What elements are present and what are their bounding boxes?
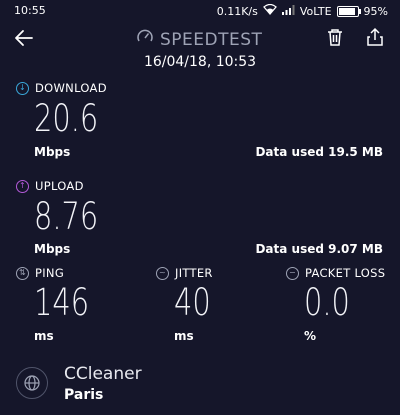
packet-loss-label-text: PACKET LOSS — [305, 266, 386, 280]
battery-icon — [336, 5, 361, 17]
top-bar: SPEEDTEST — [0, 22, 400, 54]
status-time: 10:55 — [14, 4, 46, 17]
download-unit: Mbps — [34, 145, 71, 159]
jitter-label-text: JITTER — [175, 266, 213, 280]
server-provider: CCleaner — [64, 364, 142, 384]
share-icon[interactable] — [364, 26, 386, 48]
signal-icon — [281, 4, 295, 18]
jitter-unit: ms — [174, 329, 194, 343]
battery-percent: 95% — [363, 4, 388, 18]
upload-data-used: Data used 9.07 MB — [255, 242, 383, 256]
ping-value: 146 — [34, 281, 90, 324]
jitter-value: 40 — [174, 281, 211, 324]
upload-unit: Mbps — [34, 242, 71, 256]
download-label-text: DOWNLOAD — [35, 81, 107, 95]
download-arrow-icon: ↓ — [16, 81, 29, 95]
download-data-used: Data used 19.5 MB — [255, 145, 383, 159]
upload-label-text: UPLOAD — [35, 179, 84, 193]
speedometer-icon — [136, 28, 154, 51]
ping-unit: ms — [34, 329, 54, 343]
upload-value: 8.76 — [34, 195, 99, 238]
packet-loss-icon: − — [286, 266, 299, 280]
ping-label-text: PING — [35, 266, 65, 280]
network-speed: 0.11K/s — [216, 4, 258, 18]
globe-icon[interactable] — [16, 367, 48, 399]
trash-icon[interactable] — [324, 26, 346, 48]
packet-loss-unit: % — [304, 329, 317, 343]
download-value: 20.6 — [34, 97, 99, 140]
packet-loss-label: − PACKET LOSS — [286, 266, 385, 280]
server-city: Paris — [64, 387, 104, 403]
app-title: SPEEDTEST — [136, 28, 262, 51]
jitter-icon: ~ — [156, 266, 169, 280]
app-title-text: SPEEDTEST — [160, 29, 263, 50]
back-arrow-icon[interactable] — [12, 26, 36, 50]
network-type: VoLTE — [299, 4, 332, 18]
ping-icon: ⇅ — [16, 266, 29, 280]
status-bar: 10:55 0.11K/s VoLTE 95% — [0, 0, 400, 22]
wifi-icon — [262, 3, 277, 18]
upload-arrow-icon: ↑ — [16, 179, 29, 193]
status-indicators: 0.11K/s VoLTE 95% — [216, 3, 388, 18]
ping-label: ⇅ PING — [16, 266, 64, 280]
packet-loss-value: 0.0 — [304, 281, 350, 324]
download-label: ↓ DOWNLOAD — [16, 81, 107, 95]
upload-label: ↑ UPLOAD — [16, 179, 84, 193]
jitter-label: ~ JITTER — [156, 266, 213, 280]
test-timestamp: 16/04/18, 10:53 — [143, 54, 257, 70]
